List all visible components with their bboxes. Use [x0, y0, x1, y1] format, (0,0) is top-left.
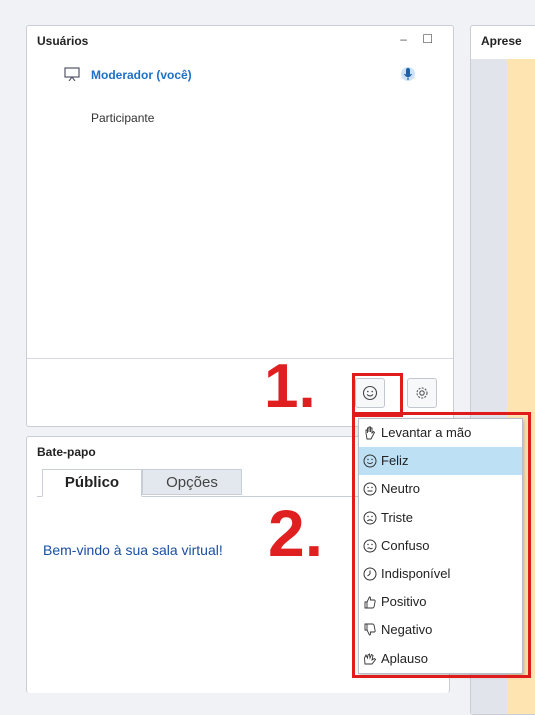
step-2-label: 2.	[268, 496, 324, 570]
highlight-box-status-menu	[352, 412, 531, 678]
gear-icon	[416, 387, 428, 399]
divider	[27, 358, 453, 359]
user-row-moderator[interactable]: Moderador (você)	[91, 68, 192, 82]
user-row-participant[interactable]: Participante	[91, 111, 154, 125]
highlight-box-emoji-button	[352, 373, 403, 417]
window-controls[interactable]: – ☐	[400, 32, 439, 46]
presentation-panel-title: Aprese	[481, 34, 522, 48]
welcome-message: Bem-vindo à sua sala virtual!	[43, 542, 223, 558]
chat-panel-title: Bate-papo	[37, 445, 96, 459]
tab-public[interactable]: Público	[42, 469, 142, 497]
tab-options[interactable]: Opções	[142, 469, 242, 495]
presenter-icon	[64, 67, 80, 81]
users-panel: Usuários – ☐ Moderador (você) Participan…	[26, 25, 454, 427]
users-panel-title: Usuários	[37, 34, 89, 48]
microphone-icon[interactable]	[401, 66, 415, 83]
settings-button[interactable]	[407, 378, 437, 408]
step-1-label: 1.	[264, 352, 316, 421]
